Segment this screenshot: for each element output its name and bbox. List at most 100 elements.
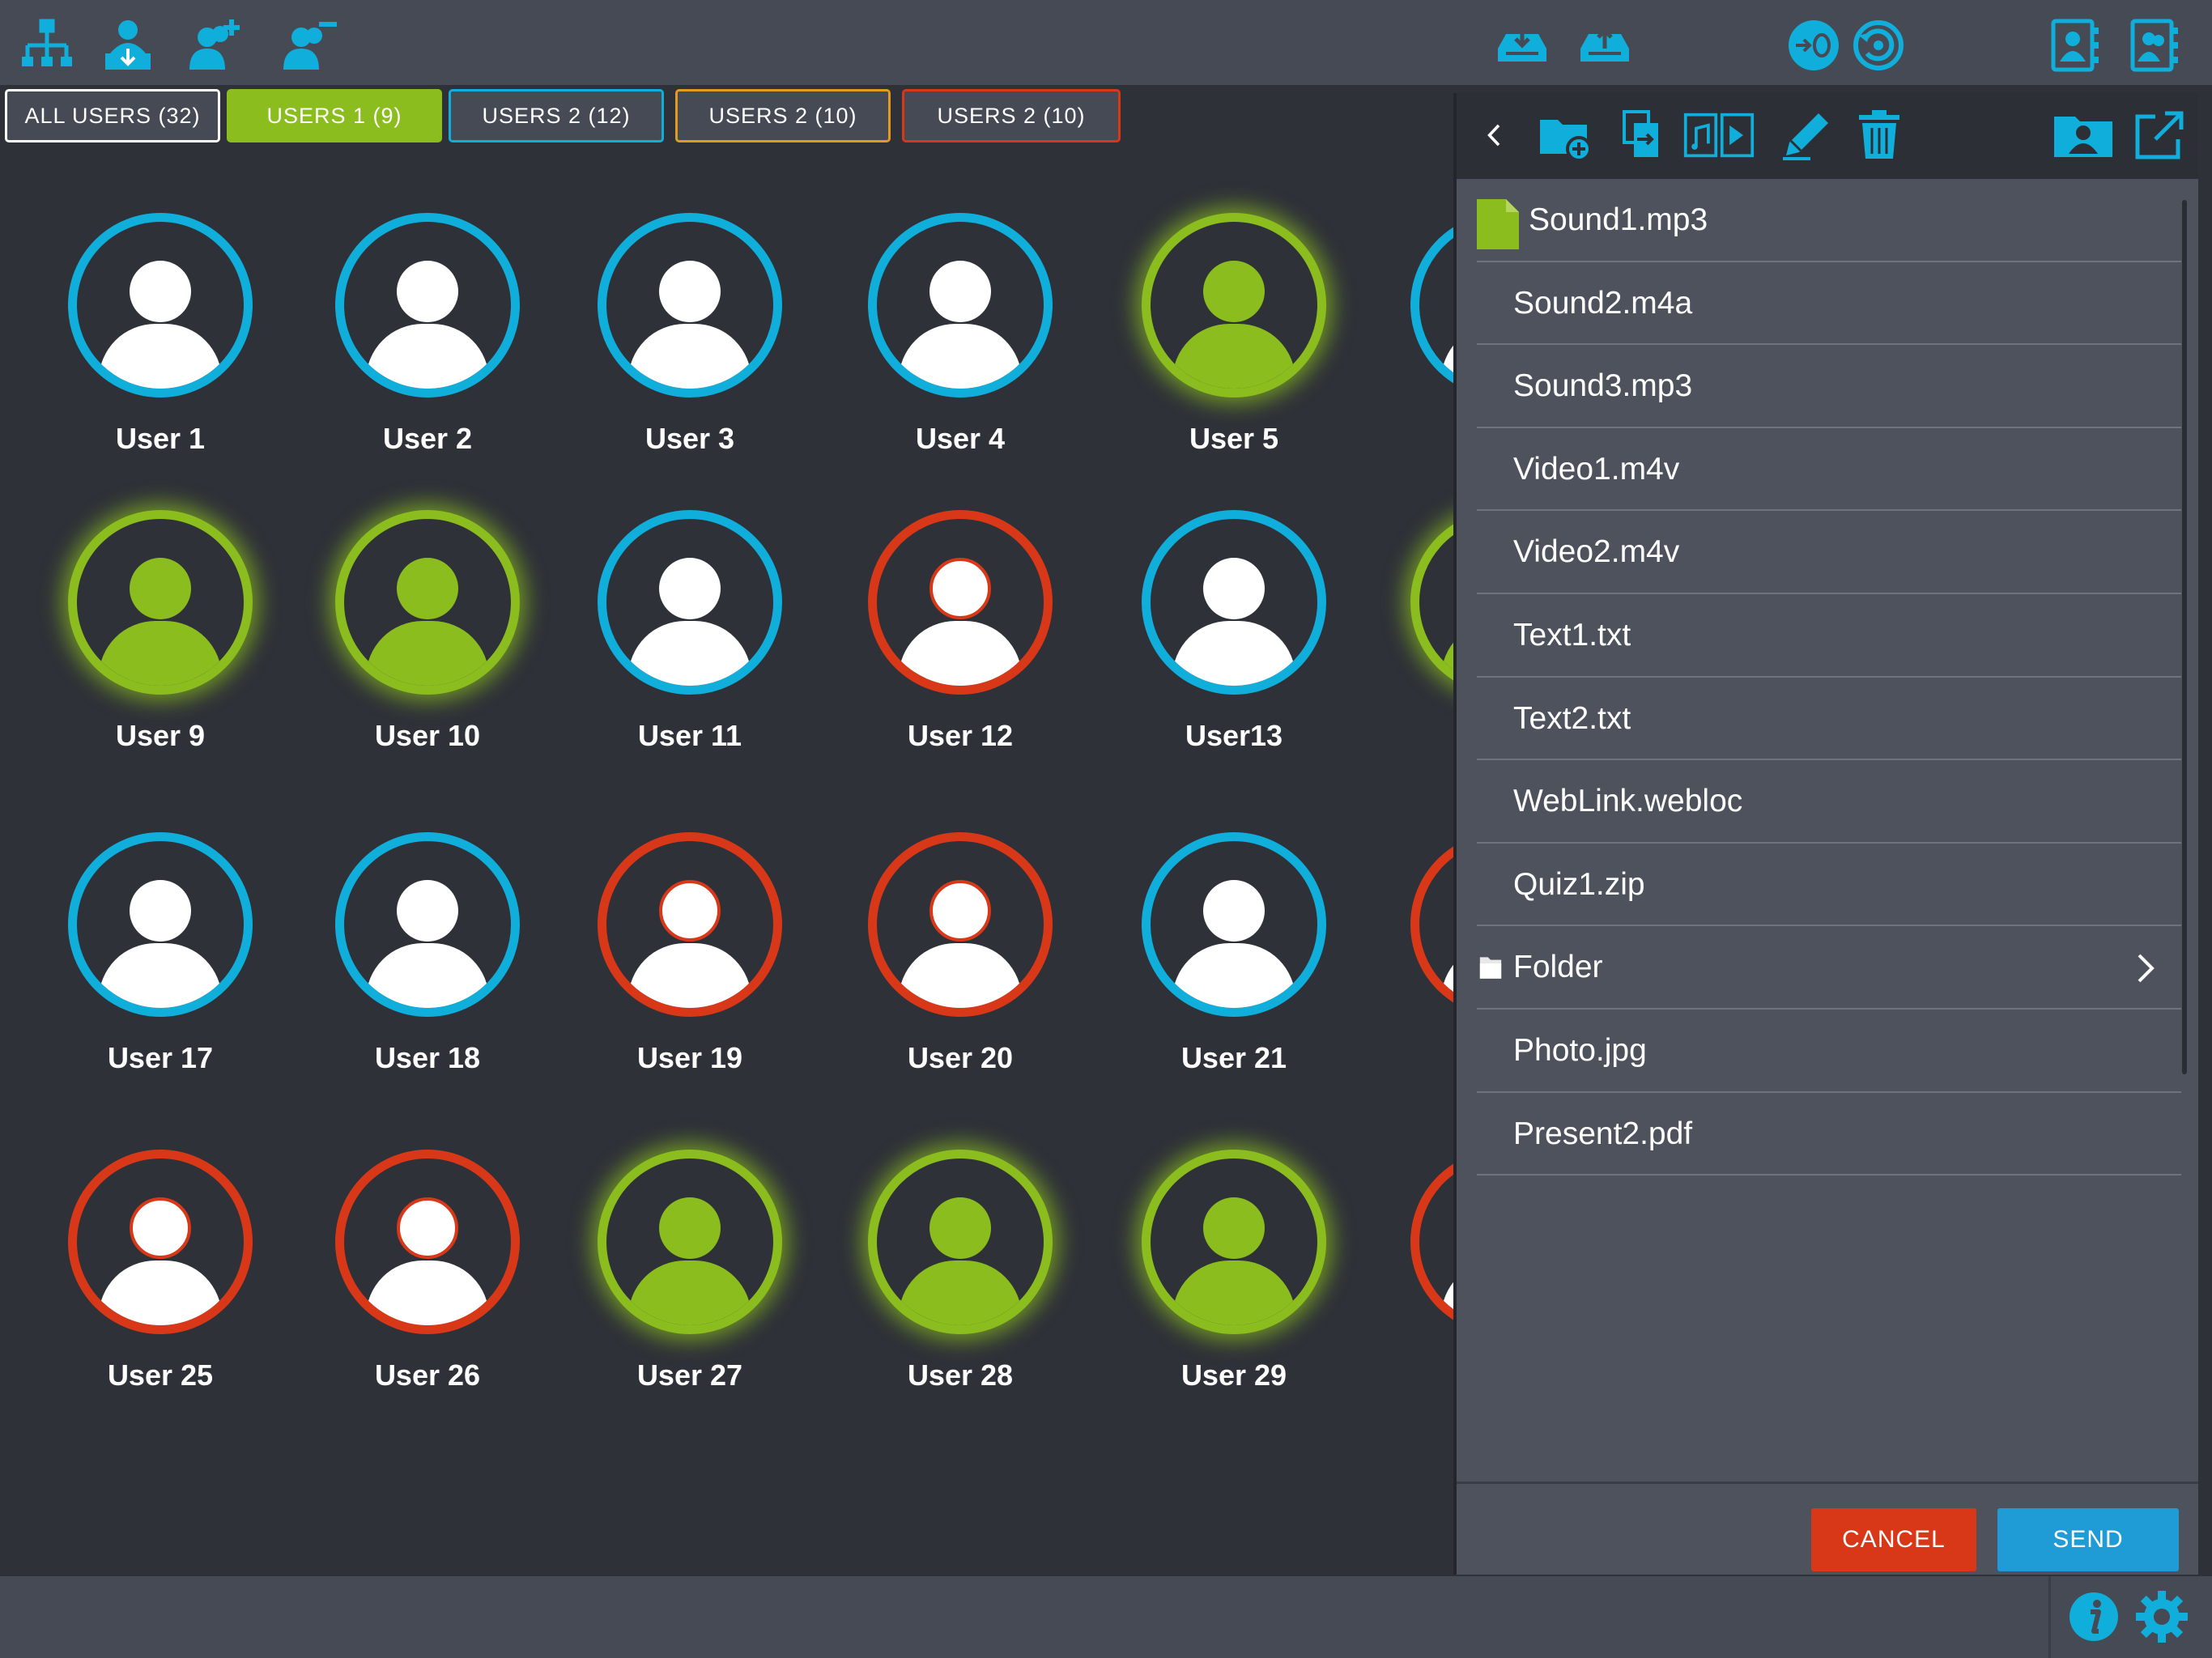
file-row[interactable]: WebLink.webloc	[1477, 760, 2181, 844]
user-card[interactable]: User 25	[47, 1150, 274, 1417]
user-name-label: User 25	[107, 1358, 214, 1392]
user-card[interactable]	[1389, 213, 1457, 480]
file-list-scrollbar[interactable]	[2182, 200, 2187, 1074]
user-card[interactable]: User 17	[47, 832, 274, 1099]
user-avatar-icon	[68, 213, 253, 397]
copy-file-icon	[1623, 110, 1658, 157]
file-name-label: Photo.jpg	[1513, 1032, 1647, 1068]
file-row[interactable]: Sound1.mp3	[1477, 179, 2181, 262]
user-name-label: User 28	[907, 1358, 1014, 1392]
folder-icon	[1479, 957, 1502, 980]
file-panel-footer: CANCEL SEND	[1457, 1482, 2198, 1575]
copy-file-button[interactable]	[1610, 104, 1672, 166]
user-folder-button[interactable]	[2048, 104, 2119, 166]
add-user-button[interactable]	[181, 11, 249, 79]
tab-users-2-orange[interactable]: USERS 2 (10)	[675, 89, 891, 142]
user-download-icon	[105, 20, 151, 70]
file-panel-toolbar	[1457, 93, 2198, 179]
user-avatar-icon	[335, 832, 520, 1017]
remove-user-button[interactable]	[275, 11, 343, 79]
contacts-book-button[interactable]	[2040, 11, 2108, 79]
file-row[interactable]: Present2.pdf	[1477, 1093, 2181, 1176]
user-card[interactable]: User 20	[847, 832, 1074, 1099]
user-card[interactable]: User 26	[314, 1150, 541, 1417]
user-card[interactable]: User 11	[576, 510, 803, 777]
user-avatar-icon	[1142, 832, 1326, 1017]
file-row[interactable]: Text2.txt	[1477, 678, 2181, 761]
folder-row[interactable]: Folder	[1477, 926, 2181, 1010]
settings-gear-icon	[2136, 1591, 2188, 1643]
reset-counter-button[interactable]	[1780, 11, 1848, 79]
user-filter-tabs: ALL USERS (32) USERS 1 (9) USERS 2 (12) …	[0, 85, 1134, 146]
user-name-label: User 1	[115, 422, 206, 455]
tab-users-1[interactable]: USERS 1 (9)	[227, 89, 442, 142]
cancel-button[interactable]: CANCEL	[1811, 1508, 1976, 1571]
user-card[interactable]: User 2	[314, 213, 541, 480]
user-card[interactable]: User 18	[314, 832, 541, 1099]
user-card[interactable]: User 1	[47, 213, 274, 480]
file-row[interactable]: Video1.m4v	[1477, 428, 2181, 512]
user-card[interactable]: User 5	[1121, 213, 1347, 480]
network-button[interactable]	[13, 11, 81, 79]
user-name-label: User 17	[107, 1041, 214, 1074]
file-row[interactable]: Text1.txt	[1477, 594, 2181, 678]
edit-button[interactable]	[1776, 104, 1837, 166]
file-row[interactable]: Video2.m4v	[1477, 511, 2181, 594]
media-files-button[interactable]	[1680, 104, 1758, 166]
back-button[interactable]	[1474, 104, 1515, 166]
user-name-label: User 9	[115, 719, 206, 752]
undo-button[interactable]	[1844, 11, 1912, 79]
tab-all-users[interactable]: ALL USERS (32)	[5, 89, 220, 142]
new-folder-icon	[1540, 120, 1592, 162]
user-card[interactable]	[1389, 832, 1457, 1099]
file-row[interactable]: Photo.jpg	[1477, 1010, 2181, 1093]
file-name-label: Video1.m4v	[1513, 451, 1680, 487]
contacts-book-group-button[interactable]	[2120, 11, 2188, 79]
user-card[interactable]: User13	[1121, 510, 1347, 777]
user-avatar-icon	[868, 1150, 1053, 1334]
cloud-upload-button[interactable]	[1571, 11, 1639, 79]
info-button[interactable]	[2060, 1583, 2128, 1651]
user-card[interactable]: User 3	[576, 213, 803, 480]
file-name-label: Video2.m4v	[1513, 534, 1680, 570]
tab-users-2-red[interactable]: USERS 2 (10)	[902, 89, 1121, 142]
cloud-download-button[interactable]	[1488, 11, 1556, 79]
user-card[interactable]: User 9	[47, 510, 274, 777]
user-card[interactable]: User 28	[847, 1150, 1074, 1417]
user-card[interactable]	[1389, 510, 1457, 777]
edit-pen-icon	[1783, 113, 1828, 160]
user-card[interactable]: User 27	[576, 1150, 803, 1417]
user-card[interactable]: User 29	[1121, 1150, 1347, 1417]
contacts-book-icon	[2051, 19, 2099, 72]
file-name-label: Text2.txt	[1513, 700, 1631, 736]
file-row[interactable]: Quiz1.zip	[1477, 844, 2181, 927]
user-card[interactable]: User 19	[576, 832, 803, 1099]
add-user-icon	[189, 19, 240, 70]
share-export-button[interactable]	[2129, 104, 2190, 166]
network-icon	[22, 19, 72, 66]
user-avatar-icon	[1410, 832, 1457, 1017]
document-file-icon	[1477, 199, 1519, 249]
user-card[interactable]: User 12	[847, 510, 1074, 777]
file-row[interactable]: Sound3.mp3	[1477, 345, 2181, 428]
user-name-label: User 11	[637, 719, 742, 752]
user-name-label: User 10	[374, 719, 481, 752]
file-row[interactable]: Sound2.m4a	[1477, 262, 2181, 346]
tab-users-2-blue[interactable]: USERS 2 (12)	[449, 89, 664, 142]
user-name-label: User 18	[374, 1041, 481, 1074]
user-card[interactable]: User 21	[1121, 832, 1347, 1099]
settings-button[interactable]	[2128, 1583, 2196, 1651]
user-card[interactable]: User 4	[847, 213, 1074, 480]
delete-button[interactable]	[1848, 104, 1910, 166]
new-folder-button[interactable]	[1534, 104, 1596, 166]
user-card[interactable]	[1389, 1150, 1457, 1417]
send-button[interactable]: SEND	[1997, 1508, 2179, 1571]
file-name-label: Sound3.mp3	[1513, 368, 1693, 404]
bottom-bar	[0, 1576, 2212, 1658]
share-export-icon	[2135, 111, 2184, 159]
user-card[interactable]: User 10	[314, 510, 541, 777]
user-avatar-icon	[868, 510, 1053, 695]
user-avatar-icon	[1142, 1150, 1326, 1334]
user-name-label: User 29	[1180, 1358, 1287, 1392]
user-download-button[interactable]	[94, 11, 162, 79]
